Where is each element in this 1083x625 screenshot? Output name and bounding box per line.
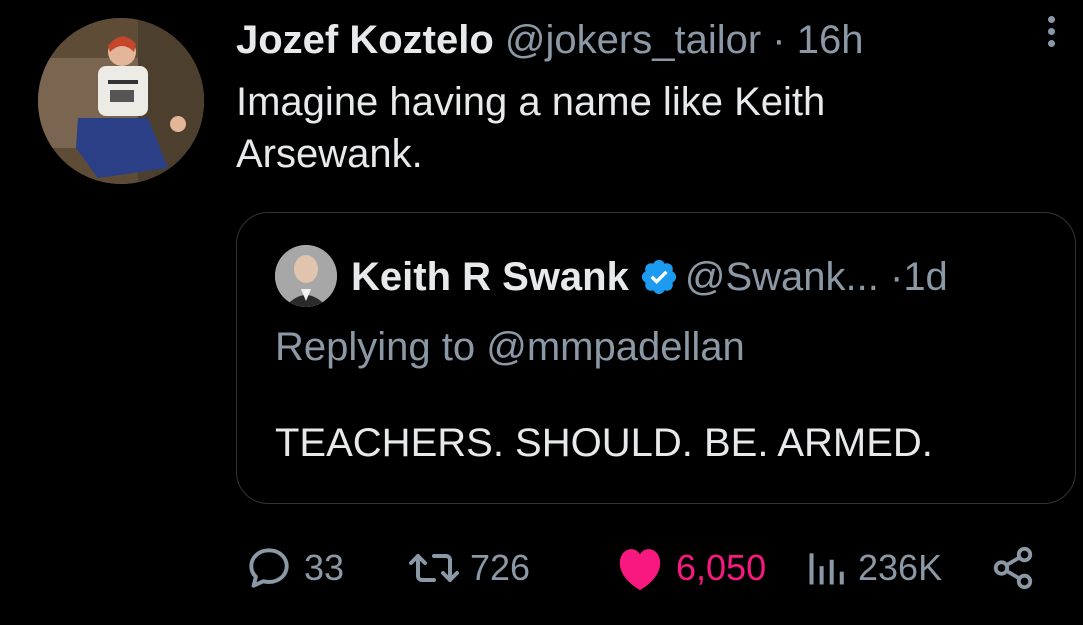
quoted-header-separator: · bbox=[889, 255, 904, 299]
header-separator: · bbox=[772, 18, 786, 62]
share-nodes-icon bbox=[993, 546, 1033, 590]
share-button[interactable] bbox=[990, 540, 1046, 596]
views-button[interactable]: 236K bbox=[804, 540, 942, 596]
quoted-author-avatar[interactable] bbox=[275, 245, 337, 307]
like-button[interactable]: 6,050 bbox=[614, 540, 766, 596]
view-count: 236K bbox=[858, 547, 943, 588]
reply-count: 33 bbox=[304, 547, 345, 588]
author-name[interactable]: Jozef Koztelo bbox=[236, 18, 494, 62]
tweet-header: Jozef Koztelo @jokers_tailor · 16h bbox=[236, 14, 864, 66]
bar-chart-icon bbox=[809, 553, 844, 585]
author-handle[interactable]: @jokers_tailor bbox=[505, 18, 761, 62]
tweet-text: Imagine having a name like Keith Arsewan… bbox=[236, 80, 826, 176]
heart-icon bbox=[619, 549, 661, 591]
quoted-author-handle[interactable]: @Swank... bbox=[685, 255, 879, 299]
verified-badge-icon bbox=[639, 257, 679, 297]
quoted-tweet-time[interactable]: 1d bbox=[903, 255, 948, 299]
retweet-count: 726 bbox=[470, 547, 531, 588]
tweet-time[interactable]: 16h bbox=[797, 18, 864, 62]
author-avatar[interactable] bbox=[38, 18, 204, 184]
speech-bubble-icon bbox=[249, 548, 289, 588]
like-count: 6,050 bbox=[676, 547, 767, 588]
quoted-tweet-header: Keith R Swank @Swank... ·1d bbox=[351, 251, 948, 303]
vertical-ellipsis-icon[interactable] bbox=[1043, 16, 1059, 56]
replying-to[interactable]: Replying to @mmpadellan bbox=[275, 321, 745, 373]
quoted-tweet-text: TEACHERS. SHOULD. BE. ARMED. bbox=[275, 421, 933, 465]
quoted-author-name[interactable]: Keith R Swank bbox=[351, 255, 629, 299]
reply-button[interactable]: 33 bbox=[244, 540, 344, 596]
retweet-arrows-icon bbox=[409, 554, 459, 582]
quoted-tweet-card[interactable]: Keith R Swank @Swank... ·1d Replying to @… bbox=[236, 212, 1076, 504]
retweet-button[interactable]: 726 bbox=[408, 540, 530, 596]
